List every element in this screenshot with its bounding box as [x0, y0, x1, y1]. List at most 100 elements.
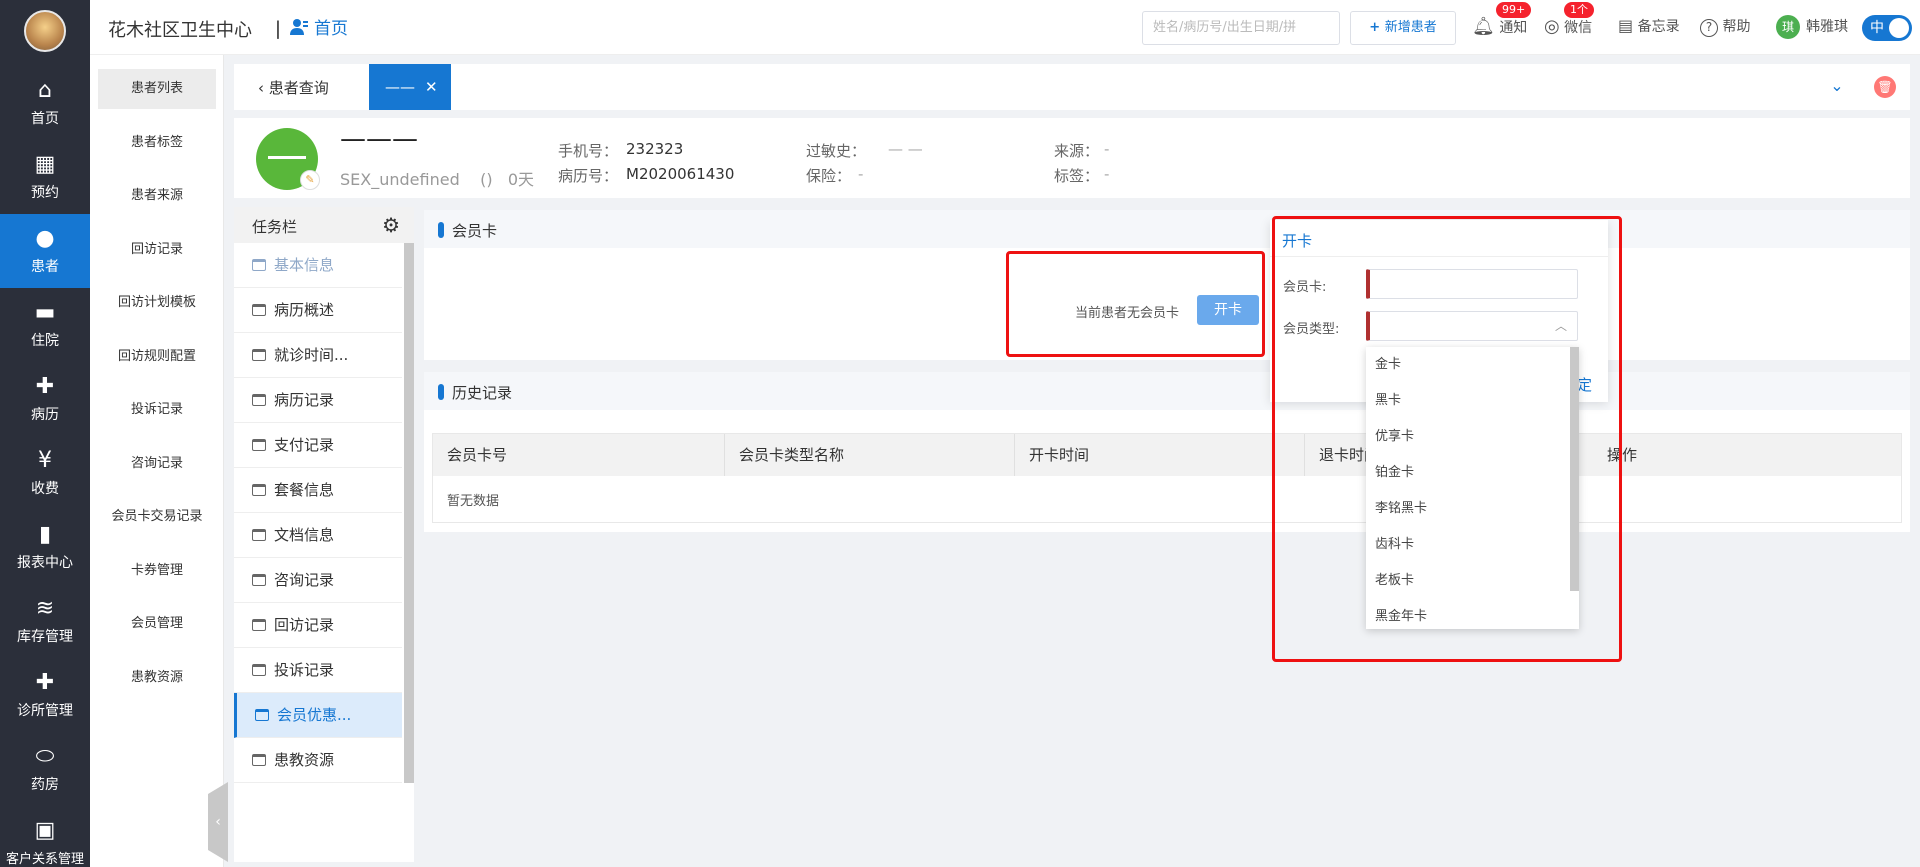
tag-value: -: [1104, 165, 1110, 183]
nav-item-label: 收费: [31, 481, 59, 497]
task-item[interactable]: 套餐信息: [234, 468, 402, 513]
task-item-label: 投诉记录: [274, 661, 335, 679]
memo-icon: ▤: [1618, 16, 1634, 35]
notify-badge: 99+: [1496, 2, 1532, 18]
nav-item-10[interactable]: ▣ 客户关系管理: [0, 806, 90, 867]
patient-name: ———: [340, 124, 418, 154]
nav-item-label: 患者: [31, 259, 59, 275]
nav-item-label: 住院: [31, 333, 59, 349]
member-card-title: 会员卡: [452, 222, 498, 240]
nav-item-4[interactable]: ✚ 病历: [0, 362, 90, 436]
nav-item-9[interactable]: ⬭ 药房: [0, 732, 90, 806]
sub-nav-item[interactable]: 会员卡交易记录: [98, 497, 216, 537]
new-patient-button[interactable]: + 新增患者: [1350, 11, 1456, 45]
nav-item-2[interactable]: ● 患者: [0, 214, 90, 288]
nav-item-label: 病历: [31, 407, 59, 423]
home-link[interactable]: 首页: [290, 14, 348, 39]
patient-search-input[interactable]: 姓名/病历号/出生日期/拼: [1142, 11, 1340, 45]
task-panel-header: 任务栏 ⚙: [234, 207, 414, 243]
task-item-label: 病历记录: [274, 391, 335, 409]
highlight-box-popup: [1272, 216, 1622, 662]
memo-label: 备忘录: [1637, 19, 1680, 35]
patient-sex-age: SEX_undefined () 0天: [340, 166, 534, 190]
sub-nav-item[interactable]: 投诉记录: [98, 390, 216, 430]
allergy-value: — —: [888, 140, 923, 158]
nav-item-0[interactable]: ⌂ 首页: [0, 66, 90, 140]
collapse-panel-button[interactable]: ‹: [208, 782, 228, 862]
nav-item-1[interactable]: ▦ 预约: [0, 140, 90, 214]
patient-sex: SEX_undefined: [340, 170, 460, 189]
clinic-avatar[interactable]: [24, 10, 66, 52]
calendar-icon: [252, 349, 266, 361]
task-item-label: 病历概述: [274, 301, 335, 319]
nav-item-8[interactable]: ✚ 诊所管理: [0, 658, 90, 732]
user-name[interactable]: 韩雅琪: [1806, 16, 1848, 36]
sub-nav-item[interactable]: 会员管理: [98, 604, 216, 644]
source-label: 来源：: [1054, 142, 1100, 160]
task-panel: 任务栏 ⚙ 基本信息病历概述就诊时间... 病历记录支付记录 套餐信息文档信息咨询记…: [234, 207, 414, 862]
calendar-icon: [252, 259, 266, 271]
task-item[interactable]: 支付记录: [234, 423, 402, 468]
main-nav: ⌂ 首页 ▦ 预约 ● 患者 ▬ 住院 ✚ 病历 ¥ 收费 ▮ 报表中心 ≋ 库存管理 ✚ 诊所管理 ⬭ 药房 ▣ 客户关…: [0, 0, 90, 867]
patient-days: 0天: [507, 170, 535, 189]
task-panel-scrollbar[interactable]: [404, 243, 414, 783]
nav-item-3[interactable]: ▬ 住院: [0, 288, 90, 362]
task-item[interactable]: 就诊时间...: [234, 333, 402, 378]
language-toggle[interactable]: 中: [1862, 15, 1912, 41]
task-item[interactable]: 会员优惠...: [234, 693, 402, 738]
task-item[interactable]: 回访记录: [234, 603, 402, 648]
nav-item-label: 客户关系管理: [5, 852, 84, 867]
nav-item-6[interactable]: ▮ 报表中心: [0, 510, 90, 584]
task-item[interactable]: 咨询记录: [234, 558, 402, 603]
sub-nav-item[interactable]: 患教资源: [98, 658, 216, 698]
notify-button[interactable]: 🔔︎ 通知: [1472, 16, 1527, 37]
top-header: 花木社区卫生中心 丨 首页 姓名/病历号/出生日期/拼 + 新增患者 🔔︎ 通知…: [90, 0, 1920, 55]
close-icon[interactable]: ✕: [425, 78, 438, 96]
sub-nav-item[interactable]: 回访计划模板: [98, 283, 216, 323]
phone-label: 手机号：: [558, 142, 619, 160]
sub-nav-item[interactable]: 卡券管理: [98, 551, 216, 591]
task-item[interactable]: 文档信息: [234, 513, 402, 558]
calendar-icon: [252, 304, 266, 316]
edit-icon[interactable]: ✎: [300, 170, 320, 190]
tag-label: 标签：: [1054, 167, 1100, 185]
task-item[interactable]: 基本信息: [234, 243, 402, 288]
scrm-icon: ▣: [34, 818, 56, 843]
calendar-icon: [252, 574, 266, 586]
nav-item-label: 药房: [31, 777, 59, 793]
task-item[interactable]: 患教资源: [234, 738, 402, 783]
record-label: 病历号：: [558, 167, 619, 185]
task-item[interactable]: 投诉记录: [234, 648, 402, 693]
sub-nav-item[interactable]: 患者列表: [98, 69, 216, 109]
tab-patient-query[interactable]: ‹ 患者查询: [258, 77, 329, 98]
task-item-label: 文档信息: [274, 526, 335, 544]
user-avatar[interactable]: 琪: [1776, 15, 1800, 39]
help-icon: ?: [1700, 19, 1718, 37]
trash-icon[interactable]: 🗑︎: [1874, 76, 1896, 98]
help-button[interactable]: ? 帮助: [1700, 16, 1750, 37]
nav-item-7[interactable]: ≋ 库存管理: [0, 584, 90, 658]
nav-item-label: 诊所管理: [17, 703, 73, 719]
user-icon: [290, 19, 308, 35]
gear-icon[interactable]: ⚙: [382, 213, 400, 237]
sub-nav-item[interactable]: 咨询记录: [98, 444, 216, 484]
task-item-label: 患教资源: [274, 751, 335, 769]
task-item[interactable]: 病历记录: [234, 378, 402, 423]
member-card-header: 会员卡: [424, 210, 1910, 248]
task-item-label: 基本信息: [274, 256, 335, 274]
sub-nav-item[interactable]: 患者来源: [98, 176, 216, 216]
chevron-down-icon[interactable]: ⌄: [1826, 76, 1848, 98]
sub-nav-item[interactable]: 回访规则配置: [98, 337, 216, 377]
memo-button[interactable]: ▤ 备忘录: [1618, 16, 1680, 36]
nav-item-5[interactable]: ¥ 收费: [0, 436, 90, 510]
tab-current-patient[interactable]: —— ✕: [369, 64, 451, 110]
help-label: 帮助: [1722, 19, 1751, 35]
wechat-button[interactable]: ◎ 微信: [1544, 16, 1592, 37]
calendar-icon: [252, 484, 266, 496]
task-item[interactable]: 病历概述: [234, 288, 402, 333]
record-value: M2020061430: [626, 165, 735, 183]
sub-nav-item[interactable]: 患者标签: [98, 123, 216, 163]
sub-nav-item[interactable]: 回访记录: [98, 230, 216, 270]
calendar-icon: [252, 394, 266, 406]
allergy-label: 过敏史：: [806, 142, 867, 160]
